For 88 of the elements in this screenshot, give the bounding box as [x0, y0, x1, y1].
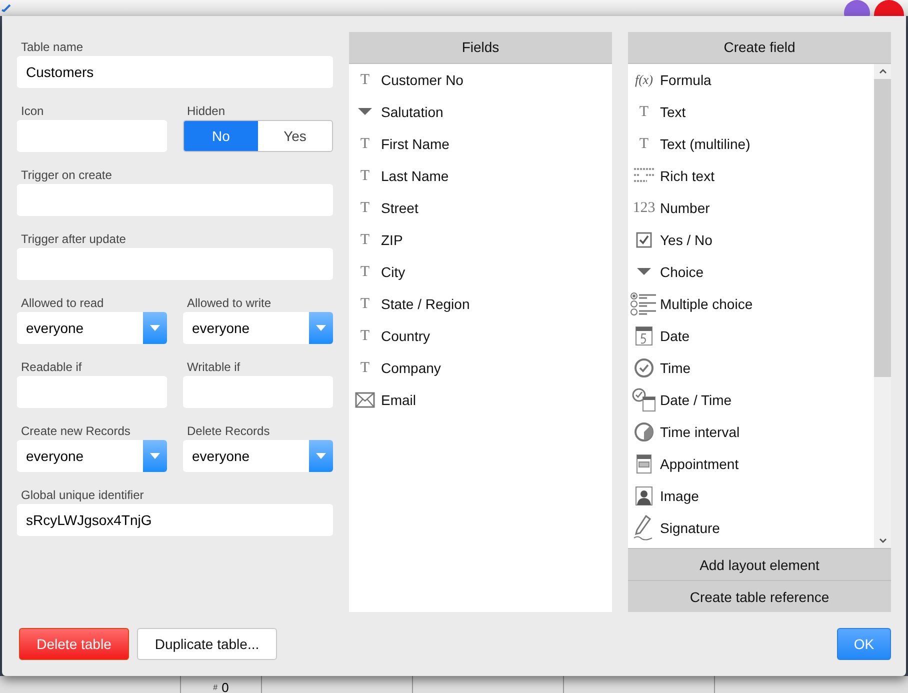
field-type-item[interactable]: Time interval: [660, 424, 740, 440]
field-label: Trigger after update: [20, 231, 127, 248]
checkmark-icon[interactable]: [1, 4, 11, 12]
scroll-down-icon[interactable]: [878, 538, 886, 543]
field-type-item[interactable]: Image: [660, 488, 699, 504]
dropdown-arrow-icon[interactable]: [150, 325, 160, 331]
field-item[interactable]: Last Name: [381, 168, 449, 184]
radio-list-icon: [630, 292, 658, 316]
column-header: Fields: [349, 32, 612, 64]
text-icon: T: [360, 136, 370, 152]
field-label: Trigger on create: [20, 167, 113, 184]
scrollbar-thumb[interactable]: [874, 79, 891, 377]
field-type-item[interactable]: Text: [660, 104, 686, 120]
dropdown[interactable]: everyone: [183, 312, 333, 344]
field-label: Readable if: [20, 359, 83, 376]
field-label: Create new Records: [20, 423, 132, 440]
field-type-item[interactable]: Number: [660, 200, 710, 216]
text-icon: T: [639, 136, 649, 152]
text-icon: T: [360, 72, 370, 88]
field-label: Allowed to write: [186, 295, 272, 312]
toggle-option[interactable]: No: [184, 121, 258, 151]
text-icon: T: [360, 360, 370, 376]
row-marker: #: [213, 683, 218, 693]
triangle-down-icon: [637, 268, 651, 276]
field-type-item[interactable]: Date / Time: [660, 392, 732, 408]
text-icon: T: [360, 264, 370, 280]
column-header: Create field: [628, 32, 891, 64]
action-button[interactable]: Add layout element: [628, 548, 891, 580]
field-label: Delete Records: [186, 423, 271, 440]
field-type-item[interactable]: Formula: [660, 72, 712, 88]
field-item[interactable]: Email: [381, 392, 416, 408]
action-button[interactable]: Create table reference: [628, 580, 891, 612]
pie-clock-icon: [634, 422, 654, 442]
delete-button[interactable]: Delete table: [19, 628, 129, 660]
field-item[interactable]: Country: [381, 328, 430, 344]
field-type-item[interactable]: Signature: [660, 520, 720, 536]
field-type-item[interactable]: Yes / No: [660, 232, 712, 248]
field-label: Hidden: [186, 103, 226, 120]
field-item[interactable]: First Name: [381, 136, 450, 152]
field-item[interactable]: ZIP: [381, 232, 403, 248]
input-field[interactable]: sRcyLWJgsox4TnjG: [17, 504, 333, 536]
field-item[interactable]: State / Region: [381, 296, 470, 312]
triangle-down-icon: [358, 108, 372, 116]
field-label: Icon: [20, 103, 45, 120]
field-type-item[interactable]: Multiple choice: [660, 296, 753, 312]
field-type-item[interactable]: Rich text: [660, 168, 714, 184]
scroll-up-icon[interactable]: [878, 69, 886, 74]
formula-icon: f(x): [634, 72, 654, 88]
clock-calendar-icon: [632, 388, 656, 412]
text-icon: T: [360, 296, 370, 312]
text-icon: T: [360, 232, 370, 248]
field-type-item[interactable]: Choice: [660, 264, 704, 280]
envelope-icon: [355, 392, 375, 408]
field-type-item[interactable]: Date: [660, 328, 690, 344]
dropdown-arrow-icon[interactable]: [150, 453, 160, 459]
text-icon: T: [360, 168, 370, 184]
field-item[interactable]: Street: [381, 200, 418, 216]
row-value: 0: [222, 683, 229, 693]
dropdown-arrow-icon[interactable]: [316, 453, 326, 459]
duplicate-button[interactable]: Duplicate table...: [137, 628, 277, 660]
clock-icon: [634, 358, 654, 378]
dropdown-arrow-icon[interactable]: [316, 325, 326, 331]
scrollbar[interactable]: [874, 64, 891, 548]
calendar-icon: [635, 326, 653, 346]
dropdown[interactable]: everyone: [17, 312, 167, 344]
field-label: Writable if: [186, 359, 242, 376]
checkbox-icon: [636, 232, 652, 248]
field-item[interactable]: City: [381, 264, 406, 280]
dropdown[interactable]: everyone: [17, 440, 167, 472]
field-item[interactable]: Customer No: [381, 72, 464, 88]
field-type-item[interactable]: Time: [660, 360, 691, 376]
number-icon: 123: [632, 200, 656, 216]
field-label: Table name: [20, 39, 84, 56]
input-field[interactable]: Customers: [17, 56, 333, 88]
field-label: Allowed to read: [20, 295, 105, 312]
text-icon: T: [360, 200, 370, 216]
field-item[interactable]: Salutation: [381, 104, 444, 120]
window-icon: [636, 454, 652, 474]
field-type-item[interactable]: Text (multiline): [660, 136, 750, 152]
toggle-option[interactable]: Yes: [258, 121, 332, 151]
field-type-item[interactable]: Appointment: [660, 456, 739, 472]
text-icon: T: [360, 328, 370, 344]
field-label: Global unique identifier: [20, 487, 145, 504]
person-icon: [635, 486, 653, 506]
lines-icon: [633, 167, 655, 185]
text-icon: T: [639, 104, 649, 120]
field-item[interactable]: Company: [381, 360, 441, 376]
dropdown[interactable]: everyone: [183, 440, 333, 472]
